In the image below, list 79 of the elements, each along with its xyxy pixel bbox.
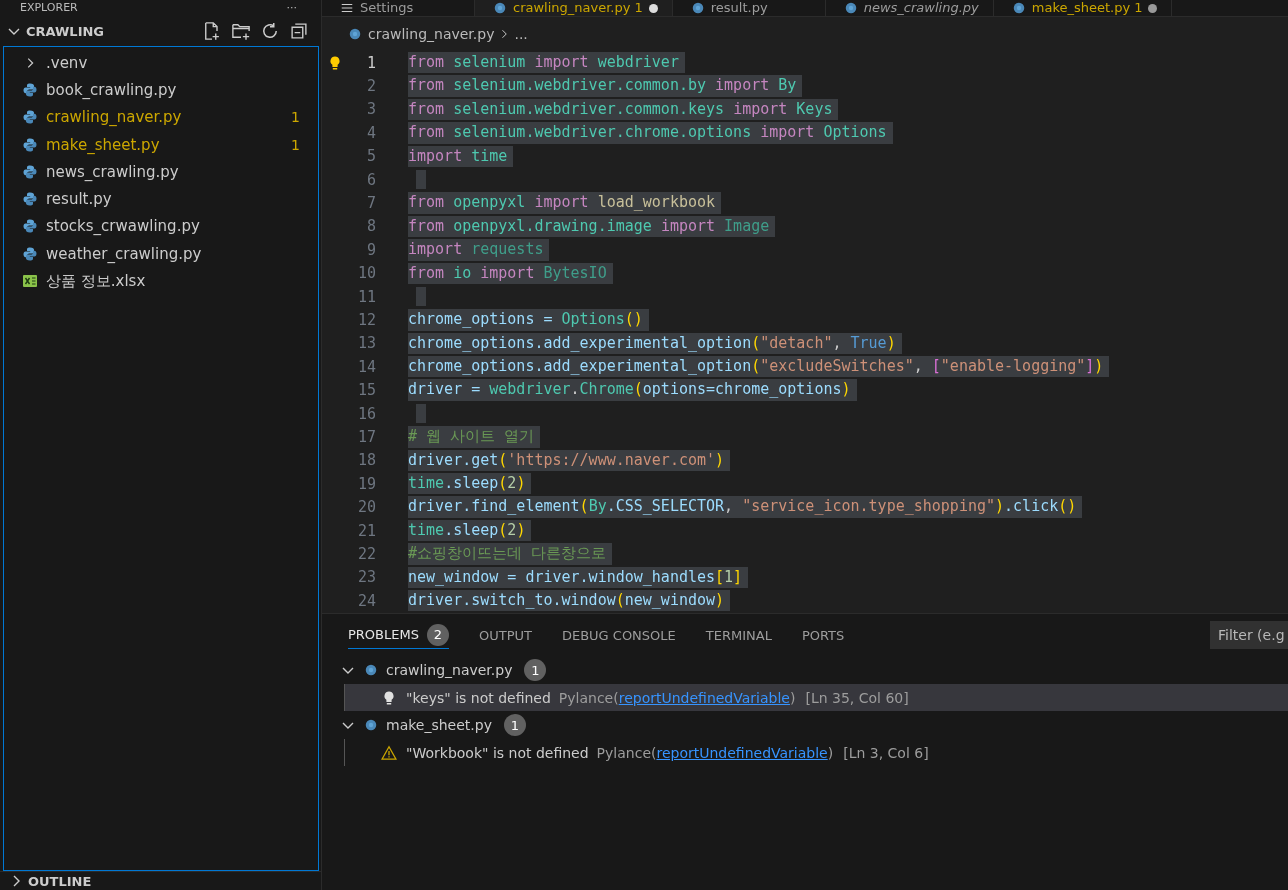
selection-highlight — [416, 169, 426, 190]
breadcrumb-item[interactable]: crawling_naver.py — [368, 26, 495, 42]
file-item[interactable]: 상품 정보.xlsx — [4, 267, 318, 295]
problem-source: ) — [789, 689, 796, 706]
unsaved-dot-icon — [648, 3, 658, 13]
selection-highlight — [416, 286, 426, 307]
line-number: 10 — [356, 264, 376, 283]
file-item[interactable]: stocks_crwawling.py — [4, 212, 318, 241]
line-number: 15 — [356, 381, 376, 400]
count-badge: 1 — [524, 659, 547, 681]
editor-tab[interactable]: make_sheet.py 1 — [993, 0, 1173, 16]
problem-message: "keys" is not defined — [406, 689, 551, 706]
rule-link[interactable]: reportUndefinedVariable — [656, 744, 828, 761]
panel-tab[interactable]: PROBLEMS 2 — [348, 621, 449, 649]
unsaved-dot-icon — [1148, 3, 1158, 13]
line-number: 16 — [356, 404, 376, 423]
line-number: 9 — [365, 240, 376, 259]
editor-tab[interactable]: news_crawling.py — [825, 0, 994, 16]
line-number: 14 — [356, 357, 376, 376]
line-number: 2 — [365, 77, 376, 96]
line-number: 1 — [365, 53, 376, 72]
line-number: 21 — [356, 521, 376, 540]
count-badge: 2 — [426, 623, 449, 646]
line-number: 23 — [356, 568, 376, 587]
file-item[interactable]: make_sheet.py 1 — [4, 130, 318, 159]
filter-field[interactable]: Filter (e.g — [1210, 621, 1288, 649]
rule-link[interactable]: reportUndefinedVariable — [618, 689, 790, 706]
problem-source: ) — [827, 744, 834, 761]
file-item[interactable]: weather_crawling.py — [4, 240, 318, 268]
file-item[interactable]: crawling_naver.py 1 — [4, 103, 318, 131]
sidebar-title: EXPLORER — [20, 1, 78, 15]
line-number: 22 — [356, 544, 376, 563]
file-name[interactable]: make_sheet.py — [386, 717, 492, 733]
problem-row[interactable]: "Workbook" is not defined Pylance(reportUndefinedVariable) [Ln 3, Col 6] — [344, 739, 1288, 766]
file-item[interactable]: result.py — [4, 185, 318, 213]
line-number: 6 — [365, 170, 376, 189]
new-file-icon[interactable] — [202, 21, 222, 41]
spreadsheet-icon — [22, 273, 38, 289]
file-item[interactable]: news_crawling.py — [4, 158, 318, 186]
line-number: 8 — [365, 217, 376, 236]
problem-source: Pylance( — [558, 689, 619, 706]
outline-section-header[interactable]: OUTLINE — [0, 871, 321, 890]
problem-location: [Ln 35, Col 60] — [805, 689, 909, 706]
line-number: 4 — [365, 123, 376, 142]
warning-icon — [381, 744, 397, 761]
settings-icon — [340, 1, 354, 15]
line-number: 17 — [356, 427, 376, 446]
problem-location: [Ln 3, Col 6] — [843, 744, 929, 761]
editor-tab[interactable]: crawling_naver.py 1 — [475, 0, 673, 16]
folder-section-header[interactable]: CRAWLING — [0, 16, 321, 46]
count-badge: 1 — [503, 714, 526, 736]
line-number: 5 — [365, 147, 376, 166]
collapse-all-icon[interactable] — [289, 21, 309, 41]
line-number: 18 — [356, 451, 376, 470]
file-item[interactable]: .venv — [4, 49, 318, 77]
selection-highlight — [416, 403, 426, 424]
breadcrumb-item[interactable]: ... — [514, 26, 528, 42]
editor-tab[interactable]: result.py — [672, 0, 826, 16]
file-item[interactable]: book_crawling.py — [4, 76, 318, 104]
panel-tab[interactable]: TERMINAL — [705, 622, 772, 648]
panel-tab[interactable]: DEBUG CONSOLE — [561, 622, 676, 648]
lightbulb-icon — [381, 689, 397, 706]
new-folder-icon[interactable] — [231, 21, 251, 41]
refresh-icon[interactable] — [260, 21, 280, 41]
line-number: 13 — [356, 334, 376, 353]
panel-tab[interactable]: OUTPUT — [478, 622, 532, 648]
panel-tab[interactable]: PORTS — [801, 622, 845, 648]
file-name[interactable]: crawling_naver.py — [386, 662, 513, 678]
line-number: 24 — [356, 591, 376, 610]
line-number: 12 — [356, 311, 376, 329]
problem-source: Pylance( — [596, 744, 657, 761]
line-number: 7 — [365, 194, 376, 213]
line-number: 11 — [356, 287, 376, 306]
more-actions-button[interactable]: ··· — [286, 1, 297, 15]
line-number: 19 — [356, 474, 376, 493]
problem-row[interactable]: "keys" is not defined Pylance(reportUndefinedVariable) [Ln 35, Col 60] — [344, 684, 1288, 711]
line-number: 3 — [365, 100, 376, 119]
problem-message: "Workbook" is not defined — [406, 744, 589, 761]
line-number: 20 — [356, 498, 376, 517]
